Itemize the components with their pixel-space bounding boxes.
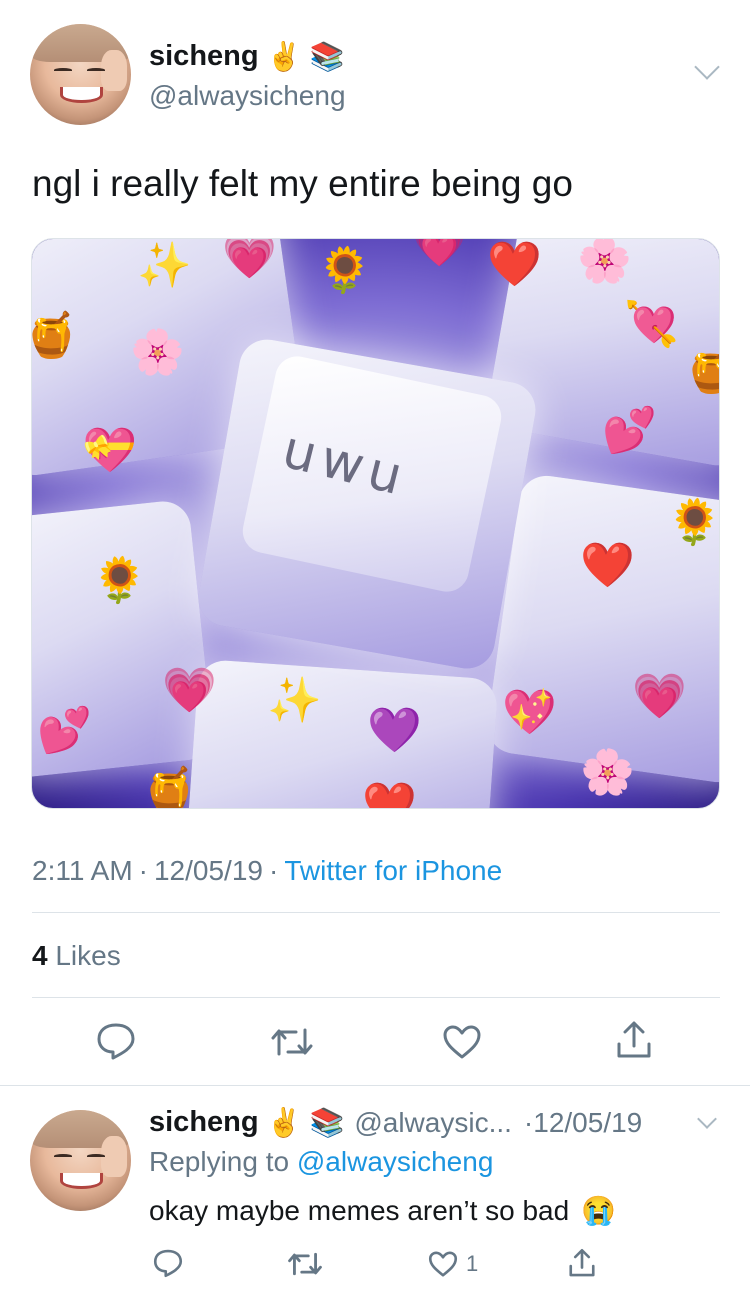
heart-icon [443,1025,481,1059]
heart-emoji: 💗 [162,666,217,715]
tweet-source-link[interactable]: Twitter for iPhone [284,855,502,887]
retweet-icon [271,1028,313,1056]
sparkling-heart-emoji: 💖 [502,688,557,737]
heart-emoji: 💗 [412,238,467,269]
red-heart-emoji: ❤️ [362,781,417,809]
tweet-time: 2:11 AM [32,855,133,886]
author-handle[interactable]: @alwaysicheng [149,80,346,112]
two-hearts-emoji: 💕 [602,406,657,455]
meta-separator: · [138,855,148,886]
divider [32,912,720,913]
sparkles-emoji: ✨ [137,241,192,290]
likes-number: 4 [32,940,48,971]
reply-handle[interactable]: @alwaysic... [354,1107,512,1139]
victory-hand-emoji: ✌️ [266,1106,302,1138]
sunflower-emoji: 🌻 [317,246,372,295]
books-emoji: 📚 [309,40,345,72]
reply-date: ·12/05/19 [523,1106,643,1138]
retweet-icon [288,1252,322,1276]
reply-avatar[interactable] [30,1110,131,1211]
blossom-emoji: 🌸 [577,238,632,285]
heart-icon [428,1251,458,1277]
share-icon [617,1021,651,1058]
main-tweet: sicheng ✌️ 📚 @alwaysicheng ngl i really … [0,0,750,1085]
tweet-date: 12/05/19 [153,855,263,886]
like-button[interactable] [442,1024,482,1060]
author-display-name[interactable]: sicheng [149,40,259,73]
honey-pot-emoji: 🍯 [142,766,197,809]
share-button[interactable] [614,1020,654,1060]
red-heart-emoji: ❤️ [487,240,542,289]
reply-retweet-button[interactable] [287,1251,323,1277]
avatar[interactable] [30,24,131,125]
reply-share-button[interactable] [567,1248,597,1278]
blossom-emoji: 🌸 [580,748,635,797]
likes-count[interactable]: 4 Likes [32,940,121,972]
divider [32,997,720,998]
reply-like-count: 1 [466,1251,479,1276]
loudly-crying-emoji: 😭 [581,1195,617,1226]
books-emoji: 📚 [309,1106,345,1138]
replying-to: Replying to @alwaysicheng [149,1146,493,1178]
reply-button[interactable] [96,1022,136,1060]
likes-label: Likes [55,940,121,971]
sunflower-emoji: 🌻 [667,498,720,547]
reply-icon [153,1249,183,1278]
reply-icon [97,1023,135,1060]
reply-text-content: okay maybe memes aren’t so bad [149,1194,570,1226]
heart-ribbon-emoji: 💝 [82,426,137,475]
tweet-image[interactable]: uwu 🍯 💗 🌻 💗 ❤️ 🌸 ✨ 🌸 💘 🍯 💝 💕 🌻 🌻 ❤️ 💗 💗 … [31,238,720,809]
reply-author-row[interactable]: sicheng ✌️ 📚 @alwaysic... ·12/05/19 [149,1106,642,1139]
meta-separator: · [268,855,279,886]
heart-emoji: 💗 [222,238,277,281]
reply-like-button[interactable]: 1 [428,1250,478,1278]
heart-emoji: 💗 [632,672,687,721]
victory-hand-emoji: ✌️ [266,40,302,72]
replying-to-mention[interactable]: @alwaysicheng [297,1146,494,1177]
reply-reply-button[interactable] [153,1248,183,1278]
sparkles-emoji: ✨ [267,676,322,725]
purple-heart-emoji: 💜 [367,706,422,755]
share-icon [569,1248,595,1277]
reply-text: okay maybe memes aren’t so bad 😭 [149,1194,616,1227]
sunflower-emoji: 🌻 [92,556,147,605]
blossom-emoji: 🌸 [130,328,185,377]
honey-pot-emoji: 🍯 [684,349,719,393]
red-heart-emoji: ❤️ [580,541,635,590]
two-hearts-emoji: 💕 [37,706,92,755]
tweet-meta: 2:11 AM · 12/05/19 · Twitter for iPhone [32,855,502,887]
tweet-text: ngl i really felt my entire being go [32,163,573,204]
honey-pot-emoji: 🍯 [32,314,79,358]
heart-arrow-emoji: 💘 [624,300,679,349]
author-name-row[interactable]: sicheng ✌️ 📚 [149,40,344,73]
reply-display-name[interactable]: sicheng [149,1106,259,1139]
retweet-button[interactable] [270,1026,314,1058]
chevron-down-icon[interactable] [694,54,720,80]
keyboard-key [185,658,499,808]
replying-to-label: Replying to [149,1146,290,1177]
